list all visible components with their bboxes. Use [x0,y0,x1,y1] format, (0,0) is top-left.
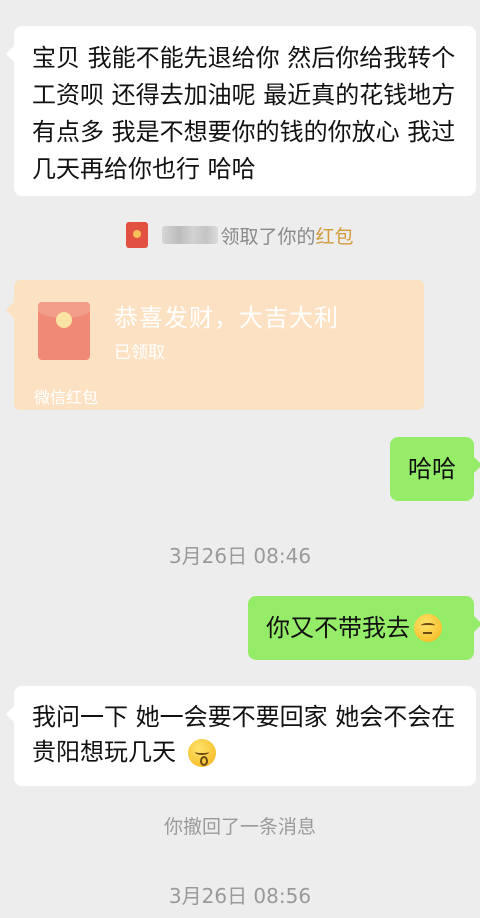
red-envelope-icon [38,302,90,360]
timestamp: 3月26日 08:46 [168,544,312,568]
message-text: 你又不带我去 [266,614,410,642]
redpacket-status: 已领取 [114,343,165,363]
kissing-face-icon [187,739,216,767]
message-text: 宝贝 我能不能先退给你 然后你给我转个工资呗 还得去加油呢 最近真的花钱地方有点… [32,44,456,183]
message-bubble-incoming[interactable]: 宝贝 我能不能先退给你 然后你给我转个工资呗 还得去加油呢 最近真的花钱地方有点… [6,26,476,196]
redpacket-card[interactable]: 恭喜发财，大吉大利 已领取 微信红包 [6,280,424,410]
redpacket-footer: 微信红包 [34,388,99,407]
message-text: 我问一下 她一会要不要回家 她会不会在贵阳想玩几天 [32,703,456,766]
message-bubble-outgoing[interactable]: 你又不带我去 [248,596,480,660]
redpacket-link[interactable]: 红包 [316,222,354,249]
message-bubble-incoming[interactable]: 我问一下 她一会要不要回家 她会不会在贵阳想玩几天 [6,686,476,786]
blurred-username [162,226,219,244]
recall-notice: 你撤回了一条消息 [163,816,316,838]
redpacket-claimed-notice: 领取了你的 红包 [0,220,480,250]
thinking-face-icon [414,614,442,642]
redpacket-title: 恭喜发财，大吉大利 [114,304,339,332]
message-text: 哈哈 [408,455,456,483]
envelope-seal [56,312,72,328]
red-envelope-icon [126,222,149,248]
timestamp: 3月26日 08:56 [168,884,312,908]
notice-text: 领取了你的 [220,225,316,248]
message-bubble-outgoing[interactable]: 哈哈 [390,437,480,501]
